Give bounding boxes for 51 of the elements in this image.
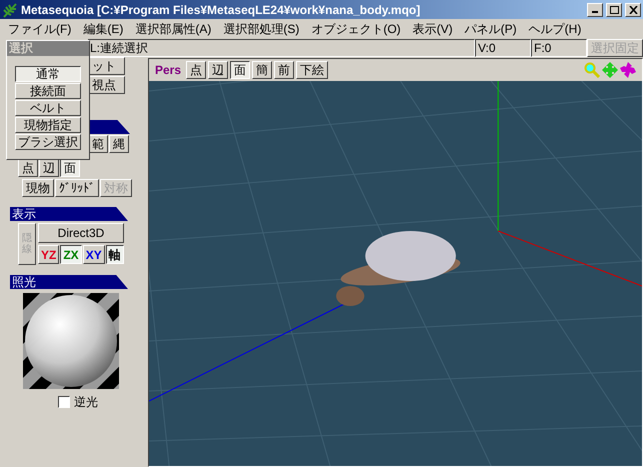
menu-item[interactable]: 選択部属性(A) <box>129 20 218 38</box>
tool-button[interactable]: 辺 <box>208 61 228 79</box>
checkbox-label: 逆光 <box>74 394 98 411</box>
tool-button[interactable]: 面 <box>60 159 80 177</box>
view-button[interactable]: XY <box>82 245 105 264</box>
minimize-button[interactable] <box>587 2 603 16</box>
projection-label[interactable]: Pers <box>155 61 182 79</box>
popup-item[interactable]: 接続面 <box>15 83 81 99</box>
rotate-icon[interactable] <box>620 62 636 78</box>
tool-button[interactable]: 下絵 <box>296 61 328 79</box>
menu-item[interactable]: 表示(V) <box>406 20 459 38</box>
menu-item[interactable]: パネル(P) <box>458 20 523 38</box>
menu-item[interactable]: ファイル(F) <box>2 20 78 38</box>
leaf-icon <box>2 2 18 18</box>
minimize-icon <box>592 11 598 13</box>
menu-item[interactable]: 編集(E) <box>77 20 130 38</box>
close-button[interactable] <box>625 2 641 16</box>
view-button[interactable]: ZX <box>60 245 82 264</box>
panel-header: 照光 <box>10 275 128 289</box>
tool-button[interactable]: 簡 <box>252 61 272 79</box>
menu-item[interactable]: ヘルプ(H) <box>522 20 588 38</box>
tool-button[interactable]: ット <box>88 57 125 75</box>
tool-button[interactable]: 現物 <box>22 179 54 197</box>
maximize-button[interactable] <box>606 2 622 16</box>
panel-header: 表示 <box>10 207 128 221</box>
popup-title: 選択 <box>7 41 89 56</box>
menu-item[interactable]: 選択部処理(S) <box>217 20 306 38</box>
popup-item[interactable]: ベルト <box>15 100 81 116</box>
view-button[interactable]: 軸 <box>106 245 124 264</box>
tool-button[interactable]: 点 <box>18 159 38 177</box>
panel-header <box>88 120 130 134</box>
tool-button[interactable]: Direct3D <box>38 223 124 243</box>
close-icon <box>628 6 638 14</box>
popup-item[interactable]: 通常 <box>15 66 81 82</box>
tool-button[interactable]: 視点 <box>88 76 125 94</box>
tool-button[interactable]: 縄 <box>109 135 129 153</box>
menu-item[interactable]: オブジェクト(O) <box>305 20 407 38</box>
tool-button[interactable]: 辺 <box>39 159 59 177</box>
tool-button[interactable]: 前 <box>274 61 294 79</box>
vertex-count: V:0 <box>475 39 531 57</box>
face-count: F:0 <box>531 39 587 57</box>
popup-item[interactable]: 現物指定 <box>15 117 81 133</box>
checkbox[interactable] <box>58 396 70 408</box>
tool-button[interactable]: 面 <box>230 61 250 79</box>
window-title: Metasequoia [C:¥Program Files¥MetaseqLE24¥work¥nana_body.mqo] <box>21 2 422 18</box>
status-text: L:連続選択 <box>88 39 475 57</box>
maximize-icon <box>610 6 618 14</box>
tool-button[interactable]: 点 <box>186 61 206 79</box>
tool-button[interactable]: 範 <box>88 135 108 153</box>
popup-item[interactable]: ブラシ選択 <box>15 134 81 150</box>
tool-button[interactable]: ｸﾞﾘｯﾄﾞ <box>55 179 99 197</box>
